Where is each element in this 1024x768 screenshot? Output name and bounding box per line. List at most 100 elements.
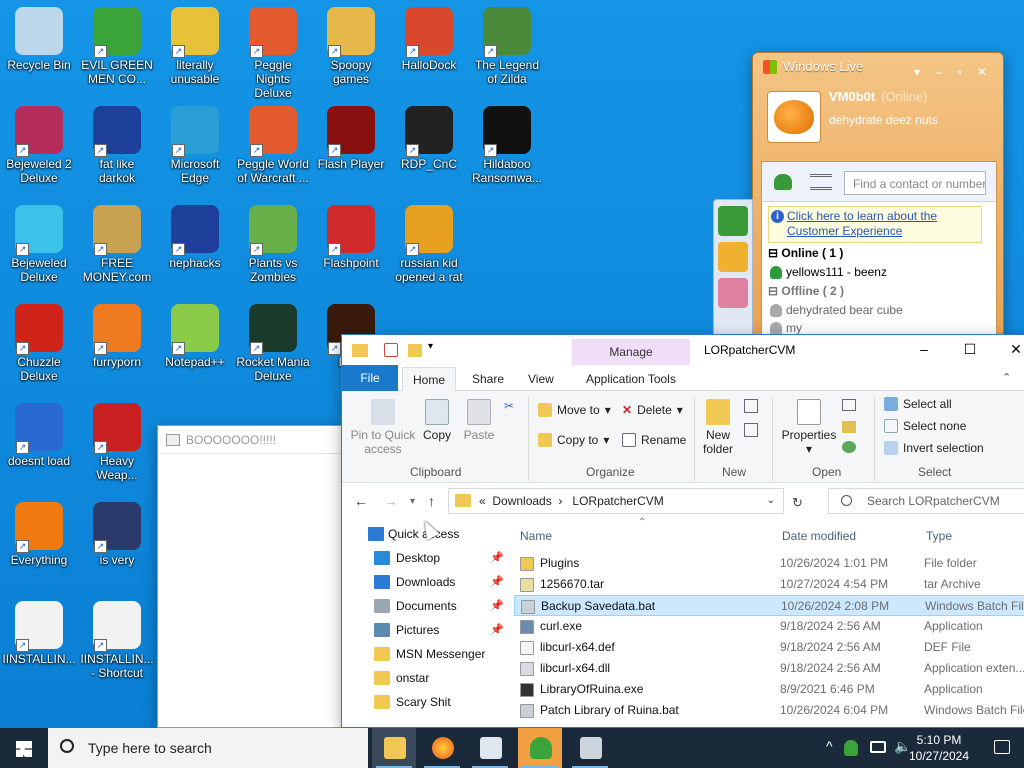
tray-overflow-icon[interactable]: ^ [826, 738, 833, 754]
desktop-icon-file-icon[interactable]: ↗ IINSTALLIN... [0, 598, 78, 694]
tab-share[interactable]: Share [462, 367, 514, 391]
breadcrumb-downloads[interactable]: Downloads [492, 494, 551, 508]
desktop-icon-folder-icon[interactable]: ↗ Spoopy games [312, 4, 390, 100]
tab-file[interactable]: File [342, 365, 398, 391]
taskbar-search[interactable]: Type here to search [48, 728, 368, 768]
nav-item-documents[interactable]: Documents 📌 [342, 595, 510, 617]
taskbar-firefox[interactable] [420, 728, 464, 768]
msn-messenger-window[interactable]: Windows Live ▾ – ▫ ✕ VM0b0t (Online) dehy… [713, 52, 1004, 352]
back-icon[interactable]: ← [354, 493, 368, 509]
copy-button[interactable]: Copy [420, 399, 454, 442]
msn-personal-message[interactable]: dehydrate deez nuts [829, 113, 938, 127]
copy-to-button[interactable]: Copy to ▾ [538, 433, 609, 447]
file-row[interactable]: libcurl-x64.def 9/18/2024 2:56 AM DEF File [514, 637, 1024, 658]
open-icon[interactable] [842, 399, 856, 411]
desktop-icon-notepad-icon[interactable]: ↗ Notepad++ [156, 301, 234, 397]
new-folder-button[interactable]: New folder [698, 399, 738, 456]
file-row[interactable]: libcurl-x64.dll 9/18/2024 2:56 AM Applicat… [514, 658, 1024, 679]
desktop-icon-yashma-icon[interactable]: ↗ Hildaboo Ransomwa... [468, 103, 546, 199]
msn-tray-icon[interactable] [844, 740, 858, 756]
forward-icon[interactable]: → [384, 493, 398, 509]
taskbar-notepad[interactable] [468, 728, 512, 768]
recent-locations-icon[interactable]: ▾ [410, 496, 415, 507]
desktop-icon-chrome-icon[interactable]: ↗ literally unusable [156, 4, 234, 100]
add-contact-icon[interactable] [774, 174, 792, 190]
customer-experience-banner[interactable]: i Click here to learn about the Customer… [768, 206, 982, 243]
close-button[interactable]: ✕ [996, 341, 1024, 358]
notifications-icon[interactable] [994, 740, 1010, 754]
contact-offline[interactable]: dehydrated bear cube [762, 301, 996, 319]
history-icon[interactable] [842, 441, 856, 453]
paste-button[interactable]: Paste [462, 399, 496, 442]
pin-icon[interactable]: 📌 [490, 571, 504, 593]
msn-status[interactable]: (Online) [881, 89, 927, 104]
desktop-icon-rocket-icon[interactable]: ↗ Rocket Mania Deluxe [234, 301, 312, 397]
tab-application-tools[interactable]: Application Tools [576, 367, 686, 391]
taskbar-file-explorer[interactable] [372, 728, 416, 768]
delete-button[interactable]: ✕ Delete ▾ [622, 403, 683, 417]
address-dropdown-icon[interactable]: ⌄ [767, 489, 775, 513]
pin-icon[interactable]: 📌 [490, 619, 504, 641]
desktop-icon-firefox-icon[interactable]: ↗ furryporn [78, 301, 156, 397]
desktop-icon-de-icon[interactable]: ↗ russian kid opened a rat [390, 202, 468, 298]
boo-window[interactable]: BOOOOOOO!!!!! [157, 425, 343, 728]
new-folder-quick-icon[interactable] [408, 344, 422, 357]
boo-titlebar[interactable]: BOOOOOOO!!!!! [158, 426, 342, 454]
msn-search-input[interactable]: Find a contact or number [844, 171, 986, 195]
manage-contextual-tab[interactable]: Manage [572, 339, 690, 365]
select-none-button[interactable]: Select none [884, 419, 966, 433]
avatar[interactable] [767, 91, 821, 143]
desktop-icon-chuzzle-icon[interactable]: ↗ Chuzzle Deluxe [0, 301, 78, 397]
desktop-icon-file-icon[interactable]: ↗ IINSTALLIN... - Shortcut [78, 598, 156, 694]
start-button[interactable] [0, 728, 48, 768]
desktop-icon-edge-icon[interactable]: ↗ Microsoft Edge [156, 103, 234, 199]
pin-to-quick-access-button[interactable]: Pin to Quick access [348, 399, 418, 456]
maximize-button[interactable]: ☐ [950, 341, 990, 358]
file-row[interactable]: Patch Library of Ruina.bat 10/26/2024 6:0… [514, 700, 1024, 721]
pin-icon[interactable]: 📌 [490, 595, 504, 617]
up-icon[interactable]: ↑ [428, 493, 435, 509]
breadcrumb-lorpatchercvm[interactable]: LORpatcherCVM [572, 494, 663, 508]
file-row[interactable]: Plugins 10/26/2024 1:01 PM File folder [514, 553, 1024, 574]
nav-item-onstar[interactable]: onstar [342, 667, 510, 689]
clock[interactable]: 5:10 PM 10/27/2024 [904, 732, 974, 764]
contacts-tab-icon[interactable] [718, 206, 748, 236]
rename-button[interactable]: Rename [622, 433, 686, 447]
tab-view[interactable]: View [518, 367, 564, 391]
move-to-button[interactable]: Move to ▾ [538, 403, 611, 417]
taskbar-boo[interactable] [568, 728, 612, 768]
desktop-icon-mpi-icon[interactable]: ↗ nephacks [156, 202, 234, 298]
cut-icon[interactable]: ✂ [504, 399, 514, 413]
nav-item-pictures[interactable]: Pictures 📌 [342, 619, 510, 641]
search-input[interactable]: Search LORpatcherCVM [828, 488, 1024, 514]
desktop-icon-money-bag-icon[interactable]: ↗ FREE MONEY.com [78, 202, 156, 298]
group-online[interactable]: ⊟ Online ( 1 ) [762, 243, 996, 263]
refresh-icon[interactable]: ↻ [792, 495, 803, 511]
collapse-ribbon-icon[interactable]: ⌃ [1002, 371, 1011, 384]
desktop-icon-bejeweled-icon[interactable]: ↗ Bejeweled 2 Deluxe [0, 103, 78, 199]
file-row[interactable]: 1256670.tar 10/27/2024 4:54 PM tar Archive [514, 574, 1024, 595]
explorer-titlebar[interactable]: ▾ Manage LORpatcherCVM – ☐ ✕ [342, 335, 1024, 365]
column-type[interactable]: Type [926, 529, 952, 543]
file-row[interactable]: curl.exe 9/18/2024 2:56 AM Application [514, 616, 1024, 637]
desktop-icon-flashpoint-icon[interactable]: ↗ Flashpoint [312, 202, 390, 298]
customer-experience-link-2[interactable]: Customer Experience [787, 224, 902, 238]
nav-item-desktop[interactable]: Desktop 📌 [342, 547, 510, 569]
address-bar[interactable]: « Downloads › LORpatcherCVM ⌄ [448, 488, 784, 514]
select-all-button[interactable]: Select all [884, 397, 952, 411]
properties-quick-icon[interactable] [384, 343, 398, 357]
desktop-icon-peggle-icon[interactable]: ↗ Peggle World of Warcraft ... [234, 103, 312, 199]
desktop-icon-msn-green-men-icon[interactable]: ↗ EVIL GREEN MEN CO... [78, 4, 156, 100]
column-date-modified[interactable]: Date modified [782, 529, 856, 543]
minimize-button[interactable]: – [904, 341, 944, 357]
new-item-icon[interactable] [744, 399, 758, 413]
view-options-icon[interactable] [810, 174, 832, 190]
msn-window-controls[interactable]: ▾ – ▫ ✕ [914, 65, 993, 79]
desktop-icon-rdp-icon[interactable]: ↗ RDP_CnC [390, 103, 468, 199]
group-offline[interactable]: ⊟ Offline ( 2 ) [762, 281, 996, 301]
msn-nickname[interactable]: VM0b0t (Online) [829, 89, 927, 104]
desktop-icon-flower-icon[interactable]: ↗ Plants vs Zombies [234, 202, 312, 298]
desktop-icon-gem-icon[interactable]: ↗ Bejeweled Deluxe [0, 202, 78, 298]
desktop-icon-mpi-icon[interactable]: ↗ fat like darkok [78, 103, 156, 199]
desktop-icon-mpi-icon[interactable]: ↗ is very [78, 499, 156, 595]
